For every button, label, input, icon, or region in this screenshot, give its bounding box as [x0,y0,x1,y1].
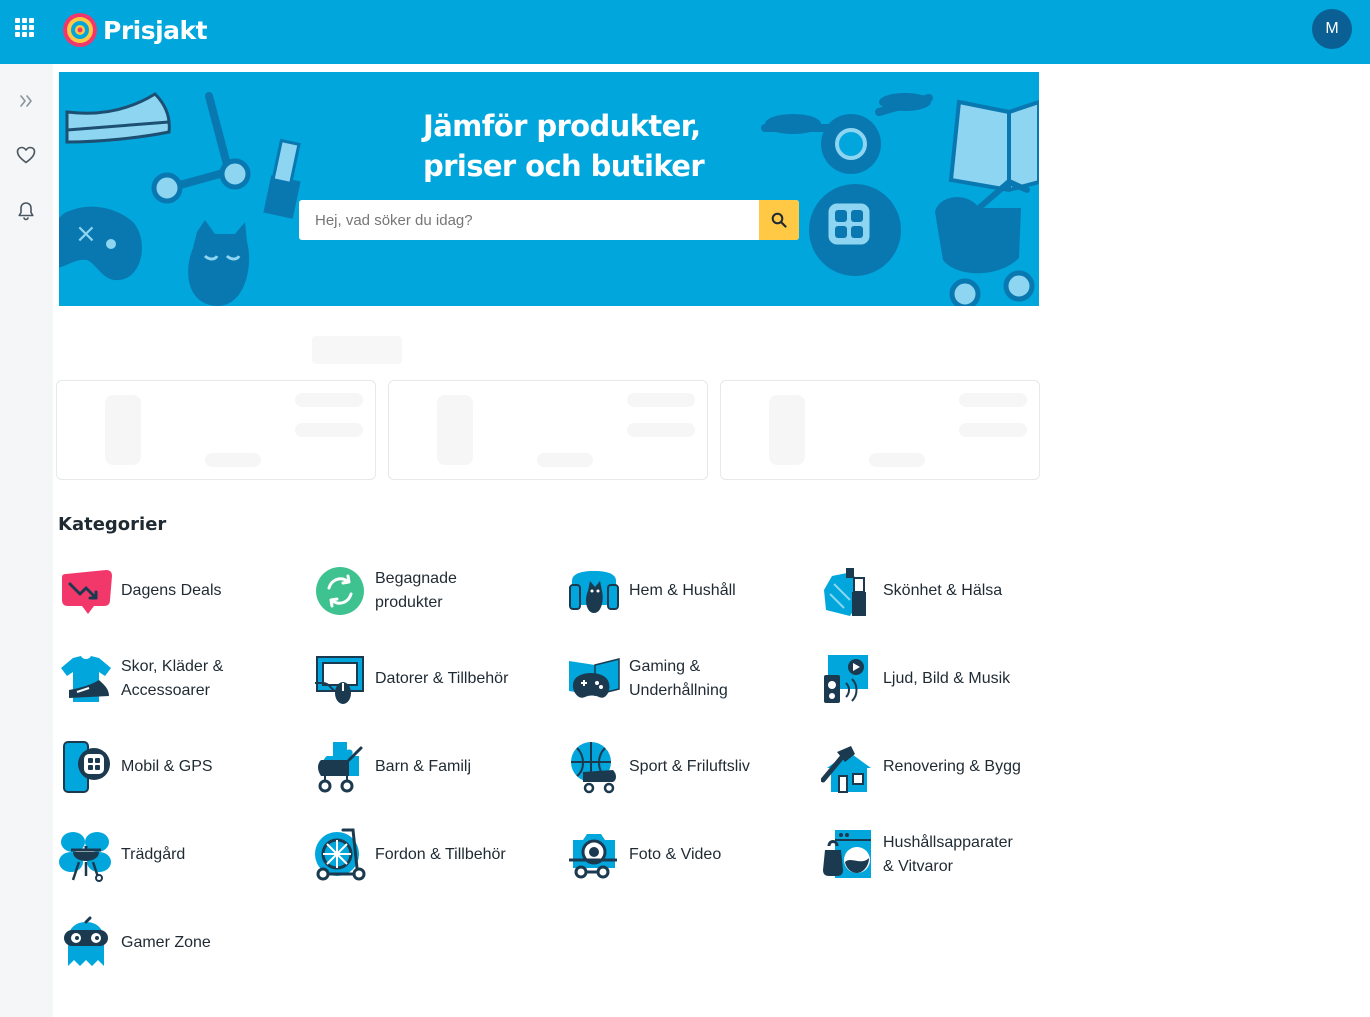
category-begagnade-produkter[interactable]: Begagnade produkter [313,559,543,623]
home-icon [567,564,621,618]
appliance-icon [821,828,875,882]
category-label: Foto & Video [629,846,722,863]
category-label: Hem & Hushåll [629,582,736,599]
camera-icon [567,828,621,882]
apps-grid-icon[interactable] [13,16,37,40]
bell-icon[interactable] [13,198,39,224]
category-label: Gaming & Underhållning [629,658,728,699]
prisjakt-logo[interactable]: Prisjakt [62,10,208,50]
brand-name: Prisjakt [103,15,208,45]
top-bar: Prisjakt M [0,0,1370,64]
loading-placeholder-title [312,336,402,364]
clothes-icon [59,652,113,706]
renovation-icon [821,740,875,794]
category-skonhet-halsa[interactable]: Skönhet & Hälsa [821,559,1051,623]
category-label: Skönhet & Hälsa [883,582,1003,599]
category-label: Begagnade produkter [375,570,457,611]
loading-placeholder-card [388,380,708,480]
category-gamer-zone[interactable]: Gamer Zone [59,911,289,975]
category-label: Renovering & Bygg [883,758,1021,775]
category-fordon-tillbehor[interactable]: Fordon & Tillbehör [313,823,543,887]
category-label: Gamer Zone [121,934,211,951]
svg-text:×: × [75,219,97,249]
category-label: Fordon & Tillbehör [375,846,506,863]
category-label: Sport & Friluftsliv [629,758,750,775]
expand-sidebar-icon[interactable] [13,88,39,114]
category-ljud-bild-musik[interactable]: Ljud, Bild & Musik [821,647,1051,711]
loading-placeholder-card [720,380,1040,480]
category-label: Barn & Familj [375,758,472,775]
category-mobil-gps[interactable]: Mobil & GPS [59,735,289,799]
beauty-icon [821,564,875,618]
hero-banner: × Jämför produkter, priser och butiker [59,72,1039,306]
category-label: Mobil & GPS [121,758,213,775]
deals-icon [59,564,113,618]
category-hem-hushall[interactable]: Hem & Hushåll [567,559,797,623]
search-button[interactable] [759,200,799,240]
side-rail [0,64,53,1017]
search-input[interactable] [299,200,759,240]
category-renovering-bygg[interactable]: Renovering & Bygg [821,735,1051,799]
stroller-icon [313,740,367,794]
vehicle-icon [313,828,367,882]
hero-title-line-2: priser och butiker [423,149,705,183]
category-label: Dagens Deals [121,582,222,599]
gaming-icon [567,652,621,706]
category-barn-familj[interactable]: Barn & Familj [313,735,543,799]
recycle-icon [313,564,367,618]
computer-icon [313,652,367,706]
hero-title-line-1: Jämför produkter, [423,109,701,143]
category-hushallsapparater-vitvaror[interactable]: Hushållsapparater & Vitvaror [821,823,1051,887]
category-label: Trädgård [121,846,186,863]
category-gaming-underhallning[interactable]: Gaming & Underhållning [567,647,797,711]
category-foto-video[interactable]: Foto & Video [567,823,797,887]
heart-icon[interactable] [13,142,39,168]
category-tradgard[interactable]: Trädgård [59,823,289,887]
loading-placeholder-card [56,380,376,480]
category-sport-friluftsliv[interactable]: Sport & Friluftsliv [567,735,797,799]
category-dagens-deals[interactable]: Dagens Deals [59,559,289,623]
category-label: Datorer & Tillbehör [375,670,509,687]
sport-icon [567,740,621,794]
media-icon [821,652,875,706]
user-avatar[interactable]: M [1312,9,1352,49]
category-datorer-tillbehor[interactable]: Datorer & Tillbehör [313,647,543,711]
search-bar [299,200,799,240]
search-icon [771,212,787,228]
hero-title: Jämför produkter, priser och butiker [359,106,759,186]
gamer-zone-icon [59,916,113,970]
categories-heading: Kategorier [58,514,167,535]
garden-icon [59,828,113,882]
category-label: Ljud, Bild & Musik [883,670,1011,687]
category-label: Hushållsapparater & Vitvaror [883,834,1013,875]
category-skor-klader-accessoarer[interactable]: Skor, Kläder & Accessoarer [59,647,289,711]
prisjakt-logo-icon [63,13,97,47]
category-label: Skor, Kläder & Accessoarer [121,658,224,699]
mobile-icon [59,740,113,794]
